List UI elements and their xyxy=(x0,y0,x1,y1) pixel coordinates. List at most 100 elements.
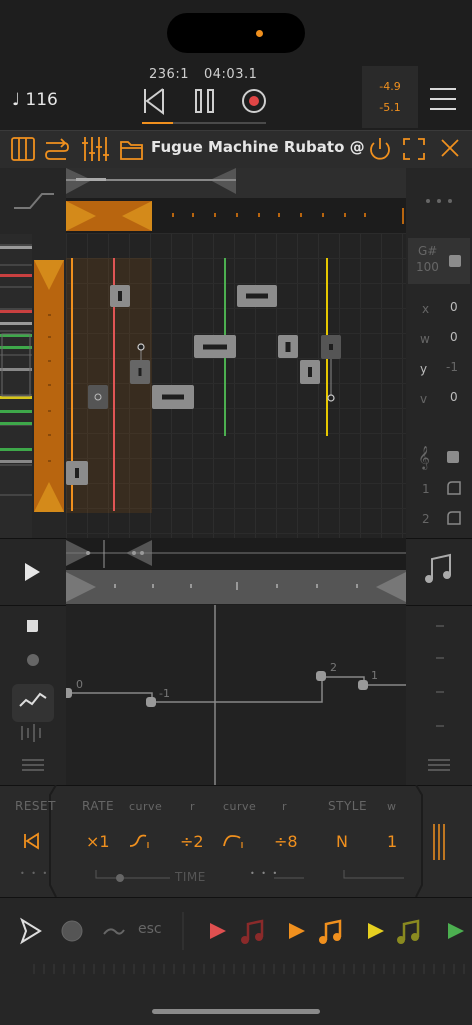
rate-divide-2-button[interactable]: ÷2 xyxy=(180,832,204,851)
transport-controls xyxy=(144,88,266,115)
mixer-sliders-icon[interactable] xyxy=(82,137,109,161)
track-2-shape-icon[interactable] xyxy=(446,510,462,526)
hamburger-menu-icon[interactable] xyxy=(430,88,456,118)
routing-icon[interactable] xyxy=(45,138,69,160)
note-block[interactable] xyxy=(130,360,150,384)
loop-marker-vertical[interactable] xyxy=(34,260,64,512)
note-block[interactable] xyxy=(237,285,277,307)
note-grid[interactable] xyxy=(66,233,406,538)
style-label: STYLE xyxy=(328,799,368,813)
curve-label-2: curve xyxy=(223,800,257,813)
style-n-button[interactable]: N xyxy=(336,832,348,851)
home-indicator[interactable] xyxy=(152,1009,320,1014)
track-1-shape-icon[interactable] xyxy=(446,480,462,496)
curve-tools xyxy=(0,605,66,786)
mini-timeline[interactable] xyxy=(66,538,406,570)
v-value[interactable]: 0 xyxy=(450,390,458,404)
note-block[interactable] xyxy=(194,335,236,358)
pause-icon[interactable] xyxy=(195,89,214,113)
more-dots[interactable]: • • • xyxy=(20,869,49,878)
list-icon[interactable] xyxy=(428,759,450,771)
track-3-note-icon[interactable] xyxy=(397,919,420,944)
list-icon[interactable] xyxy=(22,759,44,771)
treble-clef-icon[interactable]: 𝄞 xyxy=(418,445,430,469)
note-block[interactable] xyxy=(321,335,341,359)
music-note-button[interactable] xyxy=(406,538,472,605)
globe-icon[interactable] xyxy=(61,920,83,942)
y-value[interactable]: -1 xyxy=(446,360,458,374)
range-line[interactable] xyxy=(274,866,404,886)
rewind-icon[interactable] xyxy=(144,88,164,115)
level-bottom: -5.1 xyxy=(379,101,401,114)
shape-square-icon[interactable] xyxy=(27,620,38,632)
loop-region-bar[interactable] xyxy=(66,198,406,233)
track-1-note-icon[interactable] xyxy=(241,919,264,944)
playheads xyxy=(71,258,335,511)
dock-keyboard-strip[interactable] xyxy=(30,962,472,976)
curve-mode-button[interactable] xyxy=(0,168,66,234)
dock-icons xyxy=(20,912,464,950)
track-square-icon[interactable] xyxy=(447,451,459,463)
note-info-box[interactable]: G# 100 xyxy=(408,238,470,284)
overview-bar[interactable] xyxy=(66,168,406,198)
note-inspector: G# 100 x 0 w 0 y -1 v 0 𝄞 1 2 xyxy=(406,234,472,538)
note-block[interactable] xyxy=(66,461,88,485)
shape-circle-icon[interactable] xyxy=(27,654,39,666)
curve-editor[interactable]: 0 -1 2 1 xyxy=(62,605,406,785)
piano-keys-icon[interactable] xyxy=(11,137,35,161)
window-controls xyxy=(370,138,459,160)
note-block[interactable] xyxy=(152,385,194,409)
r-label-1: r xyxy=(190,800,196,813)
track-2-label: 2 xyxy=(422,512,430,526)
bars-icon[interactable] xyxy=(21,724,41,742)
wave-icon[interactable] xyxy=(103,928,125,935)
x-value[interactable]: 0 xyxy=(450,300,458,314)
position-display: 236:1 xyxy=(149,67,189,82)
track-2-play-icon[interactable] xyxy=(289,923,305,939)
r-label-2: r xyxy=(282,800,288,813)
range-slider[interactable] xyxy=(66,570,406,604)
note-pitch: G# xyxy=(418,244,438,258)
y-label: y xyxy=(420,362,428,376)
note-velocity: 100 xyxy=(416,260,439,274)
playback-progress[interactable] xyxy=(142,122,266,124)
w-label: w xyxy=(387,800,397,813)
x-label: x xyxy=(422,302,430,316)
rate-multiplier-button[interactable]: ×1 xyxy=(86,832,110,851)
power-icon[interactable] xyxy=(370,138,390,160)
track-3-play-icon[interactable] xyxy=(368,923,384,939)
note-block[interactable] xyxy=(300,360,320,384)
note-block[interactable] xyxy=(88,385,108,409)
curve-shape-2-icon[interactable] xyxy=(222,832,248,852)
w-label: w xyxy=(420,332,430,346)
fullscreen-icon[interactable] xyxy=(403,138,425,160)
rate-divide-8-button[interactable]: ÷8 xyxy=(274,832,298,851)
curve-point-label: -1 xyxy=(159,687,170,700)
note-block[interactable] xyxy=(110,285,130,307)
time-slider[interactable] xyxy=(90,866,170,886)
track-2-note-icon[interactable] xyxy=(319,919,342,944)
time-label: TIME xyxy=(175,870,206,884)
width-value-button[interactable]: 1 xyxy=(387,832,397,851)
piano-keyboard[interactable] xyxy=(0,234,66,538)
record-icon[interactable] xyxy=(242,89,266,113)
w-value[interactable]: 0 xyxy=(450,330,458,344)
rate-label: RATE xyxy=(82,799,115,813)
v-label: v xyxy=(420,392,428,406)
close-icon[interactable] xyxy=(441,139,459,157)
note-block[interactable] xyxy=(278,335,298,358)
track-4-play-icon[interactable] xyxy=(448,923,464,939)
esc-button[interactable]: esc xyxy=(138,921,162,937)
reset-to-start-icon[interactable] xyxy=(22,832,42,852)
tempo-display[interactable]: ♩ 116 xyxy=(12,90,58,110)
track-1-label: 1 xyxy=(422,482,430,496)
level-bars-icon[interactable] xyxy=(430,822,450,862)
send-icon[interactable] xyxy=(20,917,42,945)
reset-label: RESET xyxy=(15,799,56,813)
curve-shape-1-icon[interactable] xyxy=(128,832,154,852)
play-button[interactable] xyxy=(0,538,66,605)
level-meter: -4.9 -5.1 xyxy=(362,66,418,128)
more-options-button[interactable] xyxy=(406,168,472,234)
folder-icon[interactable] xyxy=(120,141,143,160)
track-1-play-icon[interactable] xyxy=(210,923,226,939)
